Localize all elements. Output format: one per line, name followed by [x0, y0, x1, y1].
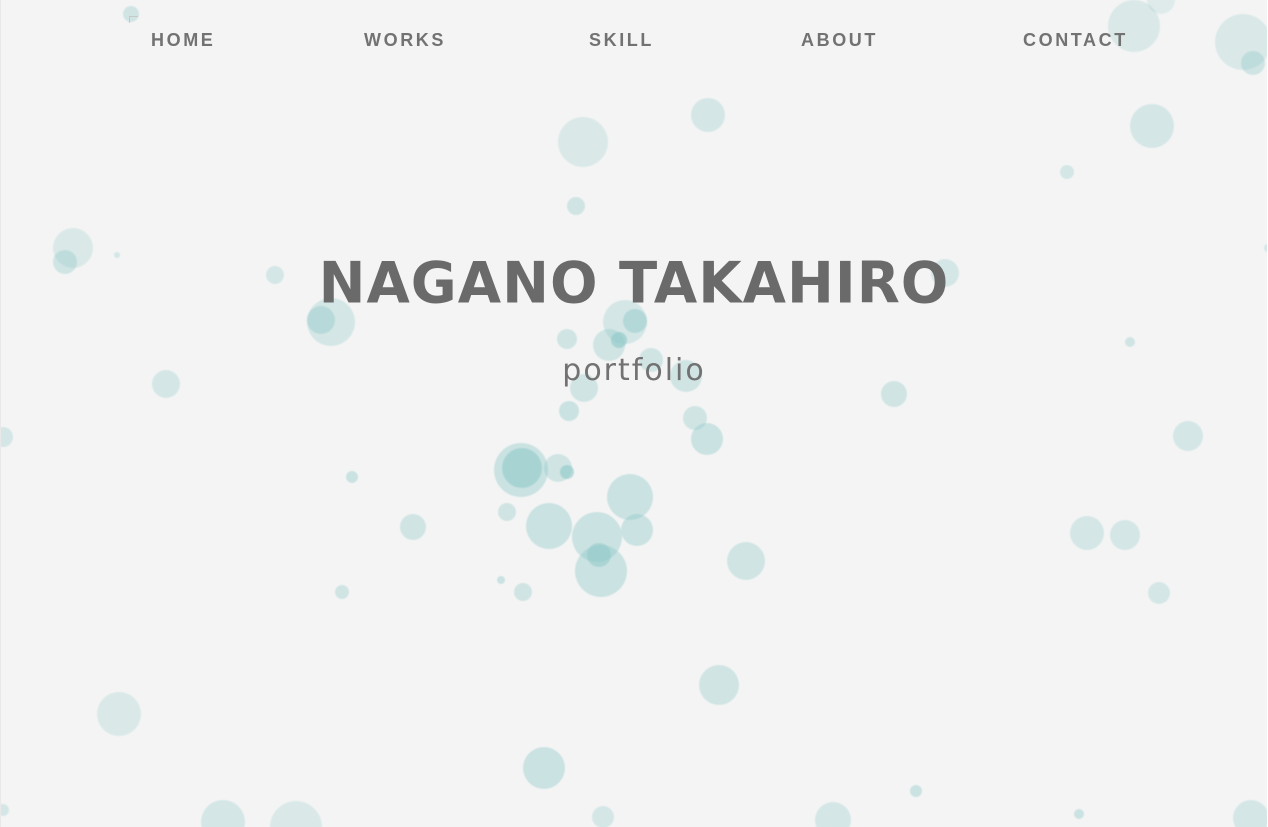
bubble-decoration [572, 512, 622, 562]
nav-home-link[interactable]: HOME [151, 26, 215, 54]
bubble-decoration [592, 806, 614, 827]
bubble-decoration [514, 583, 532, 601]
main-nav: HOME WORKS SKILL ABOUT CONTACT [1, 26, 1267, 54]
bubble-decoration [607, 474, 653, 520]
bubble-decoration [502, 448, 542, 488]
bubble-decoration [557, 329, 577, 349]
bubble-decoration [97, 692, 141, 736]
bubble-decoration [1125, 337, 1135, 347]
bubble-decoration [1147, 0, 1175, 14]
bubble-decoration [1, 804, 9, 816]
bubble-decoration [494, 443, 548, 497]
bubble-decoration [1148, 582, 1170, 604]
nav-skill-link[interactable]: SKILL [589, 26, 654, 54]
bubble-decoration [544, 454, 572, 482]
bubble-decoration [1130, 104, 1174, 148]
bubble-decoration [621, 514, 653, 546]
bubble-decoration [201, 800, 245, 827]
bubble-decoration [611, 332, 627, 348]
bubble-decoration [558, 117, 608, 167]
nav-about-link[interactable]: ABOUT [801, 26, 878, 54]
bubble-decoration [346, 471, 358, 483]
bubble-decoration [523, 747, 565, 789]
bubble-background [1, 0, 1267, 827]
bubble-decoration [1110, 520, 1140, 550]
bubble-decoration [498, 503, 516, 521]
bubble-decoration [727, 542, 765, 580]
bubble-decoration [1233, 800, 1267, 827]
bubble-decoration [560, 465, 574, 479]
bubble-decoration [526, 503, 572, 549]
bubble-decoration [567, 197, 585, 215]
bubble-decoration [691, 98, 725, 132]
bubble-decoration [575, 545, 627, 597]
bubble-decoration [910, 785, 922, 797]
bubble-decoration [400, 514, 426, 540]
bubble-decoration [497, 576, 505, 584]
bubble-decoration [1074, 809, 1084, 819]
bubble-decoration [1060, 165, 1074, 179]
bubble-decoration [335, 585, 349, 599]
bubble-decoration [1, 427, 13, 447]
corner-mark [129, 16, 138, 23]
bubble-decoration [1070, 516, 1104, 550]
bubble-decoration [1241, 51, 1265, 75]
bubble-decoration [559, 401, 579, 421]
nav-contact-link[interactable]: CONTACT [1023, 26, 1128, 54]
bubble-decoration [587, 543, 611, 567]
bubble-decoration [270, 801, 322, 827]
hero-subtitle: portfolio [562, 353, 706, 388]
bubble-decoration [1173, 421, 1203, 451]
portfolio-page: HOME WORKS SKILL ABOUT CONTACT NAGANO TA… [0, 0, 1267, 827]
bubble-decoration [699, 665, 739, 705]
bubble-decoration [683, 406, 707, 430]
bubble-decoration [815, 802, 851, 827]
hero-title: NAGANO TAKAHIRO [318, 250, 950, 317]
bubble-decoration [691, 423, 723, 455]
nav-works-link[interactable]: WORKS [364, 26, 446, 54]
